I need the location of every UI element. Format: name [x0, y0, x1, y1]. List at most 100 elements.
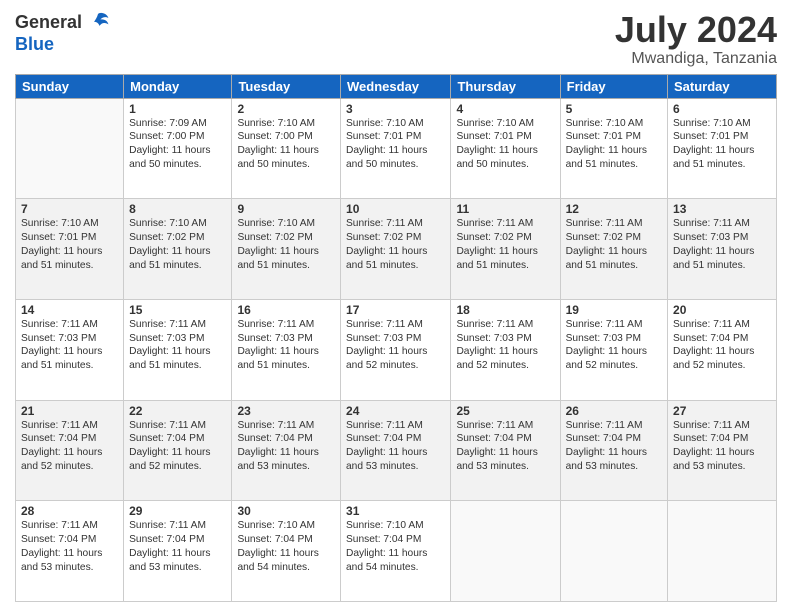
day-number: 11 — [456, 202, 554, 216]
calendar-cell-w1-d4: 3Sunrise: 7:10 AM Sunset: 7:01 PM Daylig… — [341, 98, 451, 199]
calendar-cell-w4-d7: 27Sunrise: 7:11 AM Sunset: 7:04 PM Dayli… — [668, 400, 777, 501]
day-info: Sunrise: 7:10 AM Sunset: 7:02 PM Dayligh… — [129, 217, 226, 272]
logo-bird-icon — [86, 10, 110, 34]
calendar-cell-w5-d3: 30Sunrise: 7:10 AM Sunset: 7:04 PM Dayli… — [232, 501, 341, 602]
day-number: 25 — [456, 404, 554, 418]
calendar-week-2: 7Sunrise: 7:10 AM Sunset: 7:01 PM Daylig… — [16, 199, 777, 300]
month-title: July 2024 — [615, 10, 777, 50]
calendar-cell-w5-d1: 28Sunrise: 7:11 AM Sunset: 7:04 PM Dayli… — [16, 501, 124, 602]
calendar-cell-w4-d1: 21Sunrise: 7:11 AM Sunset: 7:04 PM Dayli… — [16, 400, 124, 501]
col-saturday: Saturday — [668, 74, 777, 98]
day-info: Sunrise: 7:11 AM Sunset: 7:03 PM Dayligh… — [673, 217, 771, 272]
day-number: 27 — [673, 404, 771, 418]
calendar-cell-w1-d1 — [16, 98, 124, 199]
day-number: 2 — [237, 102, 335, 116]
day-number: 1 — [129, 102, 226, 116]
day-info: Sunrise: 7:10 AM Sunset: 7:01 PM Dayligh… — [21, 217, 118, 272]
calendar-cell-w1-d7: 6Sunrise: 7:10 AM Sunset: 7:01 PM Daylig… — [668, 98, 777, 199]
day-number: 24 — [346, 404, 445, 418]
day-number: 23 — [237, 404, 335, 418]
logo-general-text: General — [15, 12, 82, 33]
calendar-cell-w3-d2: 15Sunrise: 7:11 AM Sunset: 7:03 PM Dayli… — [124, 299, 232, 400]
logo-blue-text: Blue — [15, 34, 54, 55]
calendar-cell-w3-d3: 16Sunrise: 7:11 AM Sunset: 7:03 PM Dayli… — [232, 299, 341, 400]
calendar-cell-w4-d6: 26Sunrise: 7:11 AM Sunset: 7:04 PM Dayli… — [560, 400, 667, 501]
day-number: 16 — [237, 303, 335, 317]
day-number: 9 — [237, 202, 335, 216]
calendar-cell-w1-d2: 1Sunrise: 7:09 AM Sunset: 7:00 PM Daylig… — [124, 98, 232, 199]
day-number: 14 — [21, 303, 118, 317]
day-info: Sunrise: 7:11 AM Sunset: 7:03 PM Dayligh… — [21, 318, 118, 373]
calendar-header-row: Sunday Monday Tuesday Wednesday Thursday… — [16, 74, 777, 98]
day-info: Sunrise: 7:11 AM Sunset: 7:02 PM Dayligh… — [346, 217, 445, 272]
day-number: 18 — [456, 303, 554, 317]
col-friday: Friday — [560, 74, 667, 98]
calendar-cell-w2-d4: 10Sunrise: 7:11 AM Sunset: 7:02 PM Dayli… — [341, 199, 451, 300]
calendar-cell-w5-d4: 31Sunrise: 7:10 AM Sunset: 7:04 PM Dayli… — [341, 501, 451, 602]
day-number: 21 — [21, 404, 118, 418]
calendar-cell-w3-d7: 20Sunrise: 7:11 AM Sunset: 7:04 PM Dayli… — [668, 299, 777, 400]
day-number: 15 — [129, 303, 226, 317]
calendar-week-3: 14Sunrise: 7:11 AM Sunset: 7:03 PM Dayli… — [16, 299, 777, 400]
logo: General Blue — [15, 10, 110, 55]
day-number: 28 — [21, 504, 118, 518]
calendar-cell-w5-d7 — [668, 501, 777, 602]
day-info: Sunrise: 7:11 AM Sunset: 7:04 PM Dayligh… — [129, 419, 226, 474]
calendar-cell-w4-d5: 25Sunrise: 7:11 AM Sunset: 7:04 PM Dayli… — [451, 400, 560, 501]
day-info: Sunrise: 7:11 AM Sunset: 7:04 PM Dayligh… — [346, 419, 445, 474]
day-info: Sunrise: 7:11 AM Sunset: 7:03 PM Dayligh… — [346, 318, 445, 373]
title-block: July 2024 Mwandiga, Tanzania — [615, 10, 777, 68]
day-number: 30 — [237, 504, 335, 518]
day-number: 26 — [566, 404, 662, 418]
calendar-cell-w2-d5: 11Sunrise: 7:11 AM Sunset: 7:02 PM Dayli… — [451, 199, 560, 300]
day-number: 22 — [129, 404, 226, 418]
calendar-cell-w2-d7: 13Sunrise: 7:11 AM Sunset: 7:03 PM Dayli… — [668, 199, 777, 300]
header: General Blue July 2024 Mwandiga, Tanzani… — [15, 10, 777, 68]
calendar-week-5: 28Sunrise: 7:11 AM Sunset: 7:04 PM Dayli… — [16, 501, 777, 602]
calendar-week-1: 1Sunrise: 7:09 AM Sunset: 7:00 PM Daylig… — [16, 98, 777, 199]
day-info: Sunrise: 7:11 AM Sunset: 7:02 PM Dayligh… — [566, 217, 662, 272]
calendar-cell-w3-d5: 18Sunrise: 7:11 AM Sunset: 7:03 PM Dayli… — [451, 299, 560, 400]
day-info: Sunrise: 7:10 AM Sunset: 7:01 PM Dayligh… — [673, 117, 771, 172]
day-number: 17 — [346, 303, 445, 317]
day-number: 19 — [566, 303, 662, 317]
day-info: Sunrise: 7:10 AM Sunset: 7:01 PM Dayligh… — [456, 117, 554, 172]
day-number: 6 — [673, 102, 771, 116]
calendar-cell-w3-d6: 19Sunrise: 7:11 AM Sunset: 7:03 PM Dayli… — [560, 299, 667, 400]
day-number: 4 — [456, 102, 554, 116]
day-number: 8 — [129, 202, 226, 216]
day-info: Sunrise: 7:11 AM Sunset: 7:03 PM Dayligh… — [456, 318, 554, 373]
calendar-cell-w2-d2: 8Sunrise: 7:10 AM Sunset: 7:02 PM Daylig… — [124, 199, 232, 300]
calendar-cell-w4-d2: 22Sunrise: 7:11 AM Sunset: 7:04 PM Dayli… — [124, 400, 232, 501]
col-tuesday: Tuesday — [232, 74, 341, 98]
calendar-cell-w1-d3: 2Sunrise: 7:10 AM Sunset: 7:00 PM Daylig… — [232, 98, 341, 199]
day-number: 13 — [673, 202, 771, 216]
calendar-cell-w2-d1: 7Sunrise: 7:10 AM Sunset: 7:01 PM Daylig… — [16, 199, 124, 300]
day-info: Sunrise: 7:10 AM Sunset: 7:04 PM Dayligh… — [237, 519, 335, 574]
calendar-cell-w5-d2: 29Sunrise: 7:11 AM Sunset: 7:04 PM Dayli… — [124, 501, 232, 602]
calendar-table: Sunday Monday Tuesday Wednesday Thursday… — [15, 74, 777, 602]
day-number: 29 — [129, 504, 226, 518]
day-info: Sunrise: 7:11 AM Sunset: 7:04 PM Dayligh… — [21, 419, 118, 474]
calendar-cell-w1-d5: 4Sunrise: 7:10 AM Sunset: 7:01 PM Daylig… — [451, 98, 560, 199]
day-info: Sunrise: 7:11 AM Sunset: 7:03 PM Dayligh… — [237, 318, 335, 373]
day-info: Sunrise: 7:11 AM Sunset: 7:04 PM Dayligh… — [21, 519, 118, 574]
calendar-cell-w5-d5 — [451, 501, 560, 602]
day-number: 3 — [346, 102, 445, 116]
col-sunday: Sunday — [16, 74, 124, 98]
calendar-cell-w2-d6: 12Sunrise: 7:11 AM Sunset: 7:02 PM Dayli… — [560, 199, 667, 300]
calendar-cell-w1-d6: 5Sunrise: 7:10 AM Sunset: 7:01 PM Daylig… — [560, 98, 667, 199]
day-info: Sunrise: 7:11 AM Sunset: 7:04 PM Dayligh… — [237, 419, 335, 474]
day-info: Sunrise: 7:10 AM Sunset: 7:00 PM Dayligh… — [237, 117, 335, 172]
day-number: 20 — [673, 303, 771, 317]
col-monday: Monday — [124, 74, 232, 98]
day-info: Sunrise: 7:11 AM Sunset: 7:04 PM Dayligh… — [673, 419, 771, 474]
day-info: Sunrise: 7:10 AM Sunset: 7:04 PM Dayligh… — [346, 519, 445, 574]
day-info: Sunrise: 7:10 AM Sunset: 7:01 PM Dayligh… — [566, 117, 662, 172]
day-number: 5 — [566, 102, 662, 116]
day-info: Sunrise: 7:11 AM Sunset: 7:04 PM Dayligh… — [673, 318, 771, 373]
calendar-cell-w4-d4: 24Sunrise: 7:11 AM Sunset: 7:04 PM Dayli… — [341, 400, 451, 501]
calendar-cell-w3-d1: 14Sunrise: 7:11 AM Sunset: 7:03 PM Dayli… — [16, 299, 124, 400]
day-info: Sunrise: 7:09 AM Sunset: 7:00 PM Dayligh… — [129, 117, 226, 172]
day-number: 31 — [346, 504, 445, 518]
